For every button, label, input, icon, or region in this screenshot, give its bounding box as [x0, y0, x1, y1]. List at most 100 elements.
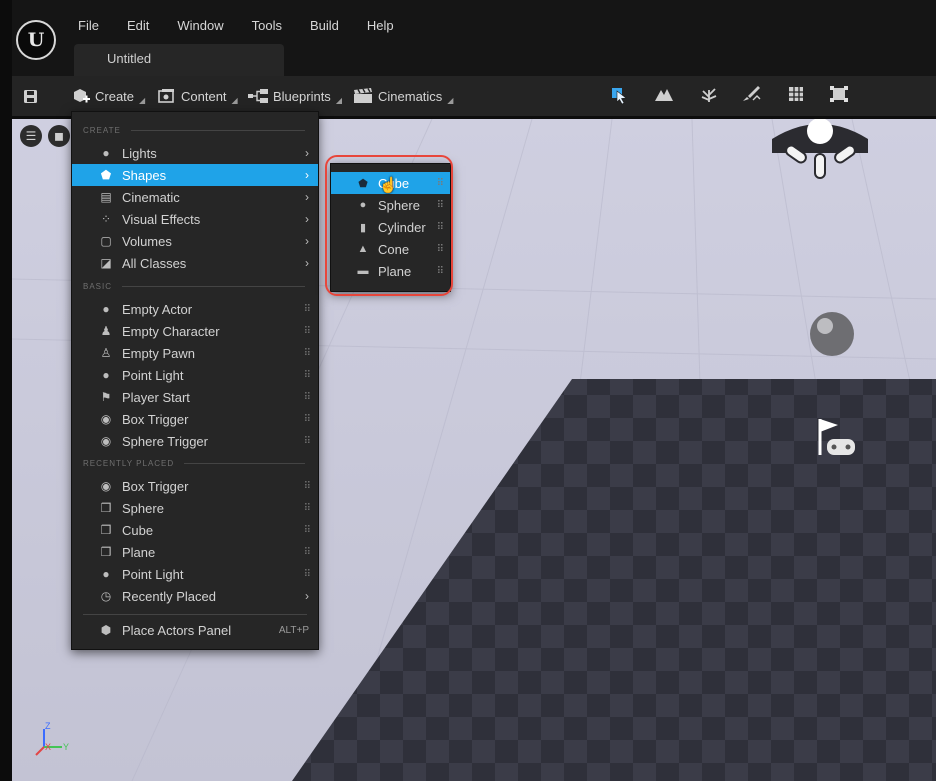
menu-item-label: Empty Character — [122, 323, 220, 339]
menu-item-place-actors-panel[interactable]: ⬢ Place Actors Panel ALT+P — [72, 619, 318, 641]
menu-item-all-classes[interactable]: ◪ All Classes › — [72, 252, 318, 274]
drag-handle-icon[interactable]: ⠿ — [304, 569, 311, 580]
drag-handle-icon[interactable]: ⠿ — [437, 244, 444, 255]
menu-item-label: Player Start — [122, 389, 190, 405]
lightbulb-icon: ● — [102, 146, 110, 160]
landscape-mode-icon[interactable] — [653, 85, 675, 107]
menu-window[interactable]: Window — [173, 18, 233, 33]
menu-item-point-light[interactable]: ● Point Light ⠿ — [72, 364, 318, 386]
menu-item-empty-pawn[interactable]: ♙ Empty Pawn ⠿ — [72, 342, 318, 364]
menu-item-label: Plane — [122, 544, 156, 560]
drag-handle-icon[interactable]: ⠿ — [437, 222, 444, 233]
pawn-icon: ♙ — [100, 346, 112, 360]
cinematics-label: Cinematics — [378, 88, 443, 104]
drag-handle-icon[interactable]: ⠿ — [437, 266, 444, 277]
menu-item-recent-box-trigger[interactable]: ◉ Box Trigger ⠿ — [72, 475, 318, 497]
cinematics-button[interactable]: Cinematics ◢ — [353, 85, 453, 107]
cube-shield-icon: ⬟ — [358, 177, 368, 190]
menu-item-volumes[interactable]: ▢ Volumes › — [72, 230, 318, 252]
sphere-actor[interactable] — [810, 312, 854, 356]
menu-item-box-trigger[interactable]: ◉ Box Trigger ⠿ — [72, 408, 318, 430]
clapperboard-icon: ▤ — [100, 190, 112, 204]
menu-file[interactable]: File — [74, 18, 109, 33]
select-mode-icon[interactable] — [608, 85, 630, 107]
shape-item-label: Sphere — [378, 197, 420, 213]
drag-handle-icon[interactable]: ⠿ — [304, 326, 311, 337]
document-tab[interactable]: Untitled — [74, 44, 284, 76]
submenu-arrow-icon: › — [305, 146, 309, 160]
menu-item-label: Cube — [122, 522, 154, 538]
submenu-arrow-icon: › — [305, 212, 309, 226]
create-button[interactable]: Create ◢ — [72, 85, 145, 107]
menu-item-label: Visual Effects — [122, 211, 201, 227]
menu-item-empty-character[interactable]: ♟ Empty Character ⠿ — [72, 320, 318, 342]
blueprints-label: Blueprints — [273, 88, 331, 104]
menu-item-cinematic[interactable]: ▤ Cinematic › — [72, 186, 318, 208]
create-label: Create — [95, 88, 135, 104]
drag-handle-icon[interactable]: ⠿ — [304, 304, 311, 315]
content-button[interactable]: Content ◢ — [158, 85, 238, 107]
title-bar: U File Edit Window Tools Build Help Unti… — [12, 0, 936, 76]
menu-item-empty-actor[interactable]: ● Empty Actor ⠿ — [72, 298, 318, 320]
submenu-arrow-icon: › — [305, 256, 309, 270]
menu-item-player-start[interactable]: ⚑ Player Start ⠿ — [72, 386, 318, 408]
place-actors-icon: ⬢ — [100, 623, 112, 637]
menu-item-recent-point-light[interactable]: ● Point Light ⠿ — [72, 563, 318, 585]
shape-item-cylinder[interactable]: ▮ Cylinder ⠿ — [331, 216, 450, 238]
drag-handle-icon[interactable]: ⠿ — [304, 525, 311, 536]
menu-item-shapes[interactable]: ⬟ Shapes › — [72, 164, 318, 186]
unreal-logo-icon[interactable]: U — [16, 20, 56, 60]
drag-handle-icon[interactable]: ⠿ — [304, 348, 311, 359]
svg-text:Y: Y — [63, 742, 69, 752]
drag-handle-icon[interactable]: ⠿ — [437, 200, 444, 211]
blueprints-button[interactable]: Blueprints ◢ — [248, 85, 342, 107]
drag-handle-icon[interactable]: ⠿ — [304, 414, 311, 425]
menu-item-label: Recently Placed — [122, 588, 216, 604]
menu-item-recently-placed[interactable]: ◷ Recently Placed › — [72, 585, 318, 607]
menu-item-label: Point Light — [122, 566, 184, 582]
cylinder-icon: ▮ — [359, 221, 367, 234]
menu-item-label: Empty Actor — [122, 301, 193, 317]
shape-item-label: Cylinder — [378, 219, 426, 235]
menu-item-lights[interactable]: ● Lights › — [72, 142, 318, 164]
shape-item-plane[interactable]: ▬ Plane ⠿ — [331, 260, 450, 282]
cube-icon: ❒ — [100, 545, 112, 559]
blueprints-caret-icon: ◢ — [335, 96, 342, 105]
cinematics-caret-icon: ◢ — [447, 96, 454, 105]
brush-edit-mode-icon[interactable] — [828, 85, 850, 107]
box-outline-icon: ▢ — [100, 234, 112, 248]
fracture-mode-icon[interactable] — [785, 85, 807, 107]
drag-handle-icon[interactable]: ⠿ — [437, 178, 444, 189]
svg-text:X: X — [45, 742, 51, 752]
content-caret-icon: ◢ — [231, 96, 238, 105]
menu-item-label: Shapes — [122, 167, 167, 183]
menu-tools[interactable]: Tools — [248, 18, 292, 33]
menu-item-sphere-trigger[interactable]: ◉ Sphere Trigger ⠿ — [72, 430, 318, 452]
drag-handle-icon[interactable]: ⠿ — [304, 481, 311, 492]
perspective-cube-icon[interactable]: ◼ — [48, 125, 70, 147]
drag-handle-icon[interactable]: ⠿ — [304, 392, 311, 403]
menu-item-recent-cube[interactable]: ❒ Cube ⠿ — [72, 519, 318, 541]
shape-item-cone[interactable]: ▲ Cone ⠿ — [331, 238, 450, 260]
menu-item-label: Volumes — [122, 233, 172, 249]
drag-handle-icon[interactable]: ⠿ — [304, 547, 311, 558]
menu-item-recent-plane[interactable]: ❒ Plane ⠿ — [72, 541, 318, 563]
menu-item-label: Point Light — [122, 367, 184, 383]
shape-item-sphere[interactable]: ● Sphere ⠿ — [331, 194, 450, 216]
menu-help[interactable]: Help — [363, 18, 404, 33]
menu-item-visual-effects[interactable]: ⁘ Visual Effects › — [72, 208, 318, 230]
submenu-arrow-icon: › — [305, 168, 309, 182]
viewport-hamburger-menu-icon[interactable]: ☰ — [20, 125, 42, 147]
drag-handle-icon[interactable]: ⠿ — [304, 370, 311, 381]
menu-item-recent-sphere[interactable]: ❒ Sphere ⠿ — [72, 497, 318, 519]
foliage-mode-icon[interactable] — [698, 85, 720, 107]
menu-edit[interactable]: Edit — [123, 18, 159, 33]
drag-handle-icon[interactable]: ⠿ — [304, 436, 311, 447]
save-button[interactable] — [22, 85, 39, 107]
menu-item-label: Box Trigger — [122, 411, 189, 427]
create-caret-icon: ◢ — [139, 96, 146, 105]
submenu-arrow-icon: › — [305, 234, 309, 248]
mesh-paint-mode-icon[interactable] — [740, 85, 762, 107]
drag-handle-icon[interactable]: ⠿ — [304, 503, 311, 514]
menu-build[interactable]: Build — [306, 18, 349, 33]
